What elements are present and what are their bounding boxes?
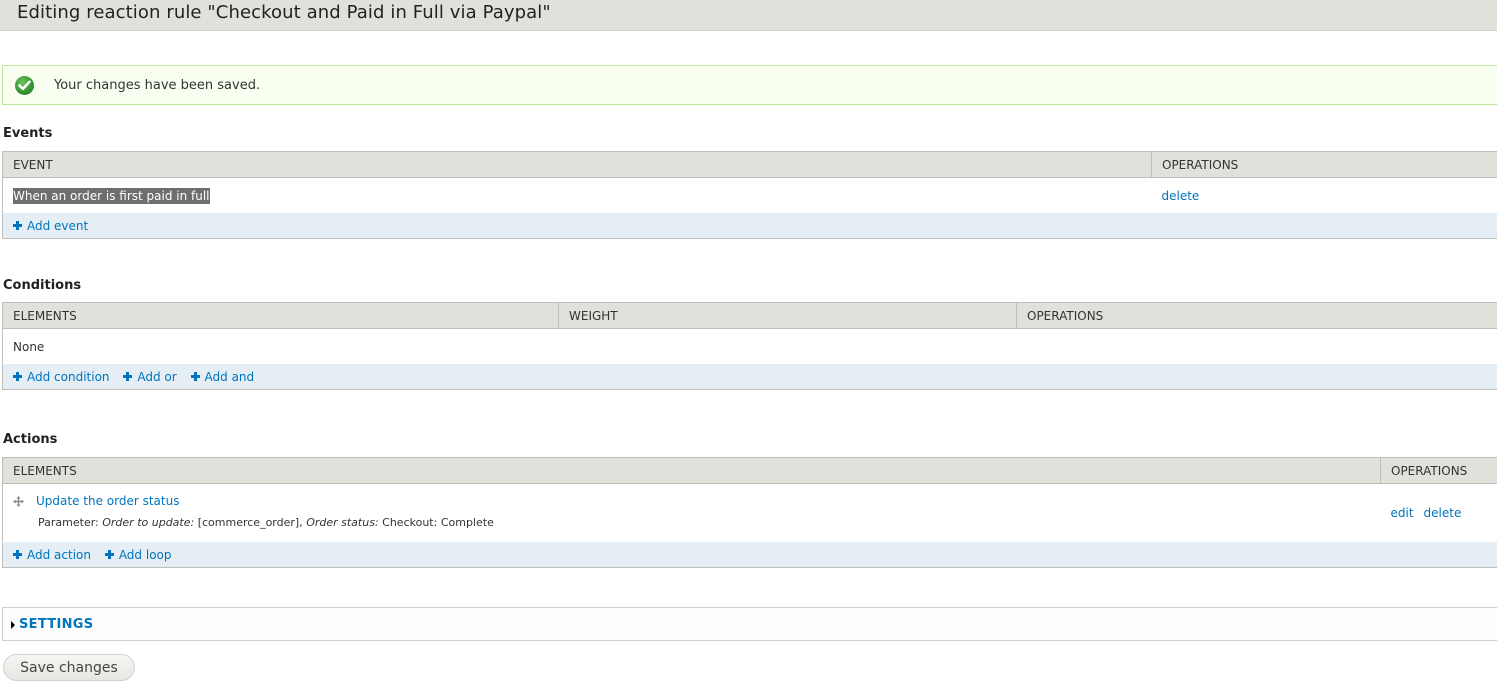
settings-fieldset[interactable]: SETTINGS [2,607,1497,641]
event-label: When an order is first paid in full [13,187,210,204]
settings-toggle[interactable]: SETTINGS [19,617,93,632]
add-row: Add condition Add or Add and [2,364,1497,390]
expand-triangle-icon[interactable] [11,621,15,629]
action-parameters: Parameter: Order to update: [commerce_or… [38,516,1371,529]
table-row: When an order is first paid in full dele… [2,177,1497,214]
add-condition-label: Add condition [27,370,110,384]
column-header-operations: OPERATIONS [1016,302,1497,329]
column-header-event: EVENT [2,151,1152,178]
add-loop-link[interactable]: Add loop [104,548,172,562]
table-row: Update the order status Parameter: Order… [2,483,1497,543]
delete-event-link[interactable]: delete [1162,189,1200,203]
plus-icon [13,221,22,230]
plus-icon [190,372,200,381]
events-table: EVENT OPERATIONS When an order is first … [2,151,1497,239]
save-changes-button[interactable]: Save changes [3,654,135,681]
add-and-label: Add and [204,370,255,384]
delete-action-link[interactable]: delete [1424,506,1462,520]
add-row: Add action Add loop [2,542,1497,568]
param-label: Parameter: [38,515,99,529]
param-name: Order status: [306,515,379,529]
add-condition-link[interactable]: Add condition [13,370,110,384]
add-action-label: Add action [27,548,91,562]
action-update-order-status-link[interactable]: Update the order status [36,494,179,508]
add-action-link[interactable]: Add action [13,548,91,562]
add-or-link[interactable]: Add or [123,370,177,384]
drag-handle-icon[interactable] [13,495,24,507]
column-header-elements: ELEMENTS [2,457,1381,484]
page-title: Editing reaction rule "Checkout and Paid… [17,2,551,23]
plus-icon [104,550,114,559]
conditions-table: ELEMENTS WEIGHT OPERATIONS None Add cond… [2,302,1497,390]
param-name: Order to update: [102,515,195,529]
edit-action-link[interactable]: edit [1391,506,1414,520]
add-event-label: Add event [27,219,89,233]
status-message: Your changes have been saved. [2,65,1497,105]
check-circle-icon [15,76,34,95]
param-value: [commerce_order], [197,515,303,529]
add-loop-label: Add loop [118,548,172,562]
column-header-operations: OPERATIONS [1151,151,1497,178]
column-header-weight: WEIGHT [558,302,1017,329]
empty-conditions-text: None [2,328,1497,365]
add-event-link[interactable]: Add event [13,219,88,233]
param-value: Checkout: Complete [382,515,494,529]
actions-table: ELEMENTS OPERATIONS Update the order sta… [2,457,1497,568]
table-row: None [2,328,1497,365]
events-title: Events [3,126,53,141]
add-and-link[interactable]: Add and [190,370,255,384]
plus-icon [123,372,133,381]
add-or-label: Add or [137,370,177,384]
actions-title: Actions [3,432,58,447]
plus-icon [13,372,22,381]
conditions-title: Conditions [3,278,82,293]
add-row: Add event [2,213,1497,239]
status-message-text: Your changes have been saved. [54,78,261,93]
page-header: Editing reaction rule "Checkout and Paid… [0,0,1497,31]
column-header-operations: OPERATIONS [1380,457,1497,484]
plus-icon [13,550,22,559]
column-header-elements: ELEMENTS [2,302,559,329]
